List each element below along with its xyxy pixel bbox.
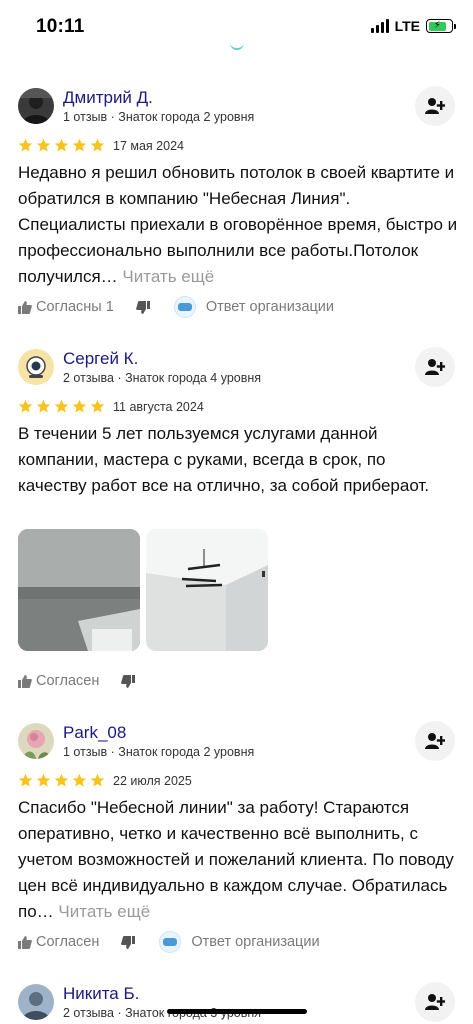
- star-icon: [72, 399, 87, 413]
- organization-logo-icon: [173, 296, 196, 318]
- organization-logo-icon: [159, 931, 182, 953]
- thumbs-down-icon: [121, 935, 136, 949]
- review-actions: Согласен: [18, 673, 136, 689]
- add-user-icon: [425, 98, 445, 114]
- read-more-link[interactable]: Читать ещё: [58, 902, 150, 921]
- author-meta: 1 отзыв · Знаток города 2 уровня: [63, 110, 255, 124]
- home-indicator[interactable]: [166, 1009, 307, 1014]
- add-user-icon: [425, 359, 445, 375]
- review-actions: Согласен Ответ организации: [18, 931, 320, 953]
- agree-count: Согласны 1: [36, 299, 114, 315]
- read-more-link[interactable]: Читать ещё: [122, 267, 214, 286]
- agree-label: Согласен: [36, 934, 100, 950]
- agree-button[interactable]: Согласны 1: [18, 299, 114, 315]
- review-text-body: Недавно я решил обновить потолок в своей…: [18, 163, 458, 286]
- review-date: 17 мая 2024: [113, 139, 184, 153]
- thumbs-up-icon: [18, 674, 32, 688]
- add-user-icon: [425, 994, 445, 1010]
- star-icon: [36, 399, 51, 413]
- star-icon: [18, 138, 33, 152]
- rating-stars: [18, 773, 105, 788]
- thumbs-down-icon: [135, 300, 150, 314]
- thumbs-down-icon: [121, 674, 136, 688]
- network-label: LTE: [394, 18, 420, 34]
- status-indicators: LTE ⚡: [370, 18, 456, 34]
- thumbs-up-icon: [18, 935, 32, 949]
- star-icon: [36, 773, 51, 787]
- review-date: 22 июля 2025: [113, 774, 192, 788]
- review-text: Спасибо "Небесной линии" за работу! Стар…: [18, 795, 458, 925]
- agree-button[interactable]: Согласен: [18, 673, 99, 689]
- add-user-icon: [425, 733, 445, 749]
- follow-button[interactable]: [415, 982, 455, 1022]
- review-card: Сергей К. 2 отзыва · Знаток города 4 уро…: [0, 347, 473, 697]
- star-icon: [18, 399, 33, 413]
- follow-button[interactable]: [415, 721, 455, 761]
- star-icon: [54, 399, 69, 413]
- org-reply-button[interactable]: Ответ организации: [159, 931, 320, 953]
- agree-button[interactable]: Согласен: [18, 934, 99, 950]
- disagree-button[interactable]: [121, 674, 136, 688]
- avatar[interactable]: [18, 723, 54, 759]
- author-meta: 2 отзыва · Знаток города 4 уровня: [63, 371, 262, 385]
- star-icon: [54, 773, 69, 787]
- avatar[interactable]: [18, 984, 54, 1020]
- avatar[interactable]: [18, 88, 54, 124]
- org-reply-label: Ответ организации: [205, 299, 335, 315]
- star-icon: [90, 399, 105, 413]
- star-icon: [90, 773, 105, 787]
- author-name[interactable]: Сергей К.: [63, 349, 138, 369]
- review-card: Park_08 1 отзыв · Знаток города 2 уровня…: [0, 721, 473, 961]
- follow-button[interactable]: [415, 347, 455, 387]
- star-icon: [72, 773, 87, 787]
- rating-stars: [18, 399, 105, 414]
- author-name[interactable]: Park_08: [63, 723, 126, 743]
- disagree-button[interactable]: [121, 935, 136, 949]
- review-text: В течении 5 лет пользуемся услугами данн…: [18, 424, 430, 495]
- author-meta: 1 отзыв · Знаток города 2 уровня: [63, 745, 255, 759]
- review-card: Дмитрий Д. 1 отзыв · Знаток города 2 уро…: [0, 86, 473, 326]
- star-icon: [90, 138, 105, 152]
- star-icon: [54, 138, 69, 152]
- thumbs-up-icon: [18, 300, 32, 314]
- battery-icon: ⚡: [426, 19, 456, 33]
- rating-stars: [18, 138, 105, 153]
- avatar[interactable]: [18, 349, 54, 385]
- review-photo[interactable]: [18, 529, 140, 651]
- disagree-button[interactable]: [135, 300, 150, 314]
- author-name[interactable]: Никита Б.: [63, 984, 139, 1004]
- signal-icon: [370, 19, 389, 33]
- star-icon: [72, 138, 87, 152]
- star-icon: [36, 138, 51, 152]
- agree-label: Согласен: [36, 673, 100, 689]
- review-actions: Согласны 1 Ответ организации: [18, 296, 334, 318]
- author-name[interactable]: Дмитрий Д.: [63, 88, 153, 108]
- review-date: 11 августа 2024: [113, 400, 204, 414]
- star-icon: [18, 773, 33, 787]
- org-reply-label: Ответ организации: [191, 934, 320, 950]
- review-text: Недавно я решил обновить потолок в своей…: [18, 160, 458, 290]
- status-time: 10:11: [36, 16, 85, 37]
- review-photos: [18, 529, 268, 651]
- follow-button[interactable]: [415, 86, 455, 126]
- review-photo[interactable]: [146, 529, 268, 651]
- org-reply-button[interactable]: Ответ организации: [173, 296, 335, 318]
- review-card: Никита Б. 2 отзыва · Знаток города 3 уро…: [0, 982, 473, 1024]
